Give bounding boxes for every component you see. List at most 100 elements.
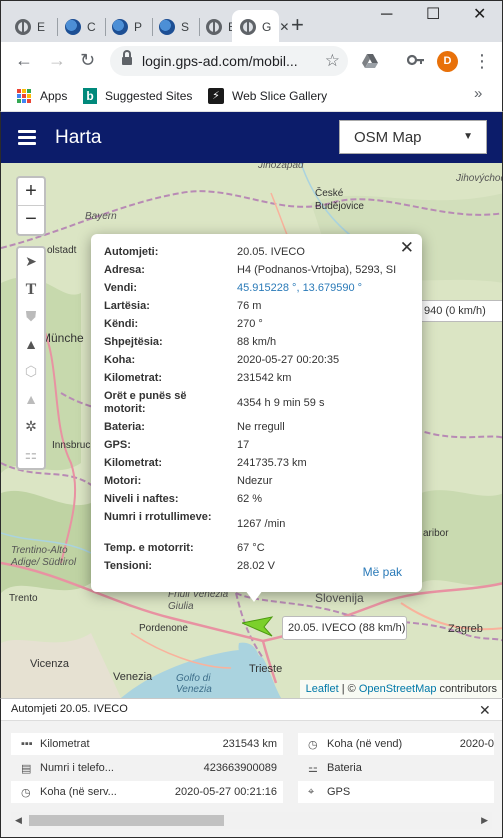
- popup-row-key: Motori:: [104, 475, 142, 487]
- back-icon[interactable]: ←: [15, 50, 33, 70]
- popup-row: Vendi: 45.915228 °, 13.679590 °: [104, 282, 404, 296]
- browser-tab[interactable]: S: [151, 10, 198, 43]
- zoom-in-button[interactable]: +: [18, 178, 44, 206]
- scroll-right-icon[interactable]: ▶: [481, 815, 488, 826]
- scrollbar-thumb[interactable]: [29, 815, 224, 826]
- popup-row-key: Tensioni:: [104, 560, 153, 572]
- bookmark-suggested-sites[interactable]: b Suggested Sites: [83, 86, 192, 106]
- detail-row: ⚍ Bateria: [298, 757, 494, 779]
- minimize-icon[interactable]: ─: [381, 7, 392, 23]
- openstreetmap-link[interactable]: OpenStreetMap: [359, 683, 437, 695]
- popup-row-value: 231542 km: [237, 372, 292, 384]
- apps-grid-icon: [17, 89, 31, 103]
- popup-row: GPS: 17: [104, 439, 404, 453]
- popup-row-value: 76 m: [237, 300, 262, 312]
- geofence-icon[interactable]: ⬡: [18, 358, 44, 386]
- popup-row-key: GPS:: [104, 439, 131, 451]
- forward-icon[interactable]: →: [48, 50, 66, 70]
- key-icon[interactable]: [407, 53, 425, 67]
- close-window-icon[interactable]: ✕: [473, 7, 486, 23]
- more-bookmarks-icon[interactable]: »: [474, 85, 482, 102]
- cluster-icon[interactable]: ✲: [18, 413, 44, 441]
- browser-tab[interactable]: E: [7, 10, 54, 43]
- shield-icon[interactable]: ⛊: [18, 303, 44, 331]
- browser-tab-active[interactable]: G ✕: [232, 10, 289, 43]
- navigation-arrow-icon[interactable]: ➤: [18, 248, 44, 276]
- map-label: Slovenija: [315, 591, 364, 605]
- popup-row-value: 17: [237, 439, 250, 451]
- vehicle-tooltip-secondary[interactable]: 940 (0 km/h): [413, 300, 502, 322]
- close-icon[interactable]: ✕: [479, 702, 491, 719]
- hamburger-menu-icon[interactable]: [18, 130, 36, 145]
- close-tab-icon[interactable]: ✕: [279, 20, 289, 34]
- popup-row: Kilometrat: 231542 km: [104, 372, 404, 386]
- vehicle-arrow-icon[interactable]: [242, 615, 274, 637]
- bookmark-star-icon[interactable]: ☆: [325, 51, 340, 71]
- drive-extension-icon[interactable]: [362, 53, 378, 69]
- map-type-select[interactable]: OSM Map ▼: [339, 120, 487, 154]
- profile-avatar[interactable]: D: [437, 51, 458, 72]
- popup-row-value: H4 (Podnanos-Vrtojba), 5293, SI: [237, 264, 397, 276]
- maximize-icon[interactable]: ☐: [426, 7, 440, 23]
- browser-tab[interactable]: C: [57, 10, 104, 43]
- zoom-out-button[interactable]: −: [18, 206, 44, 234]
- map-label: aribor: [423, 528, 449, 539]
- map-attribution: Leaflet | © OpenStreetMap contributors: [299, 680, 502, 698]
- road-icon[interactable]: ▲: [18, 331, 44, 359]
- popup-row: Temp. e motorrit: 67 °C: [104, 542, 404, 556]
- reload-icon[interactable]: ↻: [80, 50, 95, 70]
- address-bar[interactable]: login.gps-ad.com/mobil... ☆: [110, 46, 348, 76]
- map-label: Trieste: [249, 663, 283, 675]
- bookmark-web-slice-gallery[interactable]: ⚡ Web Slice Gallery: [208, 86, 327, 106]
- details-title: Automjeti 20.05. IVECO: [11, 703, 128, 715]
- horizontal-scrollbar[interactable]: ◀ ▶: [11, 812, 492, 829]
- map-label: olstadt: [47, 245, 77, 256]
- address-bar-url[interactable]: login.gps-ad.com/mobil...: [142, 53, 302, 69]
- satellite-dish-icon: ⌖: [308, 786, 315, 798]
- map-tools-control: ➤ T ⛊ ▲ ⬡ ▲ ✲ ⚏: [16, 246, 46, 470]
- popup-row: Niveli i naftes: 62 %: [104, 493, 404, 507]
- bookmarks-bar: Apps b Suggested Sites ⚡ Web Slice Galle…: [0, 80, 503, 112]
- map-label: Innsbruck: [52, 440, 96, 451]
- browser-menu-icon[interactable]: ⋮: [473, 51, 491, 71]
- traffic-light-icon[interactable]: ⚏: [18, 441, 44, 469]
- text-labels-icon[interactable]: T: [18, 276, 44, 304]
- popup-row-key: Vendi:: [104, 282, 138, 294]
- popup-row-value: 88 km/h: [237, 336, 277, 348]
- route-icon[interactable]: ▲: [18, 386, 44, 414]
- show-less-link[interactable]: Më pak: [363, 565, 402, 579]
- popup-row-value: 2020-05-27 00:20:35: [237, 354, 340, 366]
- popup-row-key: Temp. e motorrit:: [104, 542, 194, 554]
- browser-tab[interactable]: P: [104, 10, 151, 43]
- scroll-left-icon[interactable]: ◀: [15, 815, 22, 826]
- popup-row-key: Koha:: [104, 354, 136, 366]
- satellite-icon: [159, 18, 175, 35]
- vehicle-tooltip[interactable]: 20.05. IVECO (88 km/h): [282, 616, 407, 640]
- coordinates-link[interactable]: 45.915228 °, 13.679590 °: [237, 282, 362, 294]
- popup-row: Motori: Ndezur: [104, 475, 404, 489]
- popup-row-key: Shpejtësia:: [104, 336, 163, 348]
- battery-icon: ⚍: [308, 763, 318, 775]
- map-type-value: OSM Map: [354, 129, 422, 146]
- map-view[interactable]: Jihozapad Jihovýchodni České Budějovice …: [0, 163, 503, 698]
- popup-row-value: 20.05. IVECO: [237, 246, 305, 258]
- map-label: Münche: [41, 331, 84, 345]
- satellite-icon: [65, 18, 81, 35]
- globe-icon: [240, 18, 256, 35]
- popup-row-value: 62 %: [237, 493, 263, 505]
- popup-row-key: Automjeti:: [104, 246, 159, 258]
- popup-row: Bateria: Ne rregull: [104, 421, 404, 435]
- popup-row: Këndi: 270 °: [104, 318, 404, 332]
- map-label: Jihozapad: [258, 163, 304, 171]
- map-label: Zagreb: [448, 623, 483, 635]
- popup-row-key: Kilometrat:: [104, 372, 163, 384]
- popup-row: Lartësia: 76 m: [104, 300, 404, 314]
- leaflet-link[interactable]: Leaflet: [306, 683, 339, 695]
- odometer-icon: ▪▪▪: [21, 738, 33, 750]
- satellite-icon: [112, 18, 128, 35]
- detail-row: ◷ Koha (në serv... 2020-05-27 00:21:16: [11, 781, 283, 803]
- new-tab-button[interactable]: +: [291, 14, 304, 36]
- bookmark-apps[interactable]: Apps: [17, 86, 67, 106]
- popup-row-value: 270 °: [237, 318, 263, 330]
- detail-row: ◷ Koha (në vend) 2020-0: [298, 733, 494, 755]
